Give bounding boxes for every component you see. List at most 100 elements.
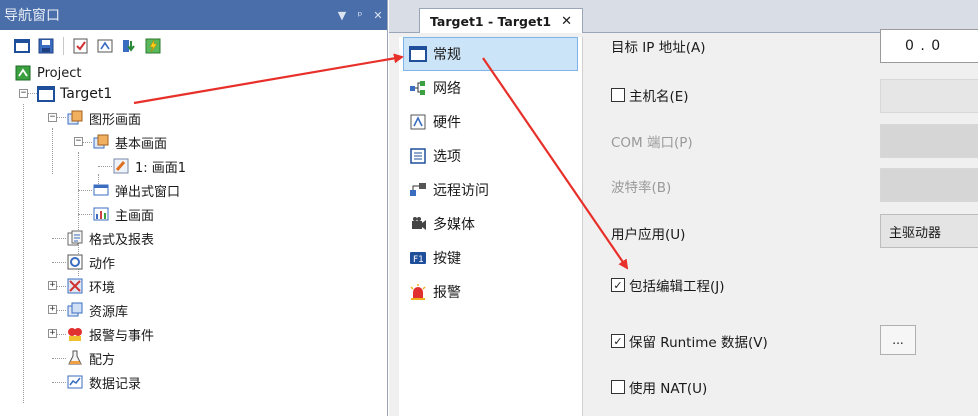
run-button[interactable] xyxy=(143,36,163,56)
target-ip-row: 目标 IP 地址(A) xyxy=(611,37,706,56)
tree-item-label: 图形画面 xyxy=(89,112,142,128)
tree-item-main-screen[interactable]: 主画面 xyxy=(92,203,154,225)
category-label: 报警 xyxy=(433,285,461,301)
tree-item-label: 资源库 xyxy=(89,304,129,320)
category-label: 常规 xyxy=(433,47,461,63)
navigation-pane: 导航窗口 ▼ ᵖ ✕ − − − + + + Project Target1 图… xyxy=(0,0,388,416)
lightning-icon xyxy=(145,38,161,54)
category-network[interactable]: 网络 xyxy=(399,71,582,105)
save-icon xyxy=(38,38,54,54)
category-multimedia[interactable]: 多媒体 xyxy=(399,207,582,241)
close-icon[interactable]: ✕ xyxy=(369,9,387,22)
popup-window-icon xyxy=(92,181,110,199)
tree-item-alarm-event[interactable]: 报警与事件 xyxy=(66,323,154,345)
browse-button[interactable]: ... xyxy=(880,325,916,355)
com-port-row: COM 端口(P) xyxy=(611,131,693,151)
general-icon xyxy=(409,45,427,63)
expand-resource-lib-toggle[interactable]: + xyxy=(48,305,57,314)
category-general[interactable]: 常规 xyxy=(403,37,578,71)
tree-item-target1[interactable]: Target1 xyxy=(37,83,112,105)
category-keys[interactable]: F1 按键 xyxy=(399,241,582,275)
category-label: 按键 xyxy=(433,251,461,267)
tree-item-resource-lib[interactable]: 资源库 xyxy=(66,299,128,321)
hardware-icon xyxy=(409,113,427,131)
screen-button[interactable] xyxy=(95,36,115,56)
remote-access-icon xyxy=(409,181,427,199)
com-port-label: COM 端口(P) xyxy=(611,135,693,151)
tree-item-environment[interactable]: 环境 xyxy=(66,275,115,297)
category-label: 选项 xyxy=(433,149,461,165)
screen-page-icon xyxy=(112,157,130,175)
pin-icon[interactable]: ᵖ xyxy=(351,9,369,22)
navigation-title-bar: 导航窗口 ▼ ᵖ ✕ xyxy=(0,0,387,30)
keep-runtime-label: 保留 Runtime 数据(V) xyxy=(629,335,768,351)
tree-item-action[interactable]: 动作 xyxy=(66,251,115,273)
svg-text:F1: F1 xyxy=(413,255,424,265)
tree-item-label: 环境 xyxy=(89,280,116,296)
expand-alarm-event-toggle[interactable]: + xyxy=(48,329,57,338)
tree-item-data-log[interactable]: 数据记录 xyxy=(66,371,141,393)
collapse-target1-toggle[interactable]: − xyxy=(19,89,28,98)
user-app-value: 主驱动器 xyxy=(889,225,942,241)
expand-environment-toggle[interactable]: + xyxy=(48,281,57,290)
graphics-icon xyxy=(66,109,84,127)
use-nat-label: 使用 NAT(U) xyxy=(629,381,708,397)
tree-item-basic-screens[interactable]: 基本画面 xyxy=(92,131,167,153)
recipe-flask-icon xyxy=(66,349,84,367)
dropdown-icon[interactable]: ▼ xyxy=(333,9,351,22)
use-nat-checkbox[interactable] xyxy=(611,380,625,394)
tree-item-popup-window[interactable]: 弹出式窗口 xyxy=(92,179,180,201)
tree-item-recipe[interactable]: 配方 xyxy=(66,347,115,369)
tree-item-label: Target1 xyxy=(60,86,113,102)
settings-category-list: 常规 网络 硬件 选项 远程访问 多媒体 F1 按键 报警 xyxy=(399,37,583,416)
document-tab-target1[interactable]: Target1 - Target1 ✕ xyxy=(419,8,584,33)
tree-item-label: Project xyxy=(37,65,82,81)
close-icon[interactable]: ✕ xyxy=(561,14,572,29)
user-app-select[interactable]: 主驱动器 xyxy=(880,214,978,248)
target-icon xyxy=(37,85,55,103)
category-remote-access[interactable]: 远程访问 xyxy=(399,173,582,207)
category-label: 远程访问 xyxy=(433,183,489,199)
tree-item-label: 动作 xyxy=(89,256,116,272)
category-hardware[interactable]: 硬件 xyxy=(399,105,582,139)
new-target-button[interactable] xyxy=(12,36,32,56)
graphics-icon xyxy=(92,133,110,151)
tree-item-graphics[interactable]: 图形画面 xyxy=(66,107,141,129)
include-project-label: 包括编辑工程(J) xyxy=(629,279,725,295)
tree-item-screen1[interactable]: 1: 画面1 xyxy=(112,155,186,177)
environment-icon xyxy=(66,277,84,295)
category-options[interactable]: 选项 xyxy=(399,139,582,173)
category-label: 硬件 xyxy=(433,115,461,131)
use-nat-row: 使用 NAT(U) xyxy=(611,377,707,397)
tree-item-label: 主画面 xyxy=(115,208,155,224)
project-tree: − − − + + + Project Target1 图形画面 基本画面 1:… xyxy=(0,62,387,416)
tree-item-label: 数据记录 xyxy=(89,376,142,392)
hostname-field[interactable] xyxy=(880,79,978,113)
hostname-checkbox[interactable] xyxy=(611,88,625,102)
target-icon xyxy=(14,39,30,53)
collapse-basic-screens-toggle[interactable]: − xyxy=(74,137,83,146)
save-button[interactable] xyxy=(36,36,56,56)
user-app-row: 用户应用(U) xyxy=(611,223,685,243)
target-ip-field[interactable]: 0 . 0 xyxy=(880,29,978,63)
target-ip-label: 目标 IP 地址(A) xyxy=(611,40,706,56)
properties-button[interactable] xyxy=(71,36,91,56)
category-alarm[interactable]: 报警 xyxy=(399,275,582,309)
alarm-event-icon xyxy=(66,325,84,343)
keep-runtime-checkbox[interactable]: ✓ xyxy=(611,334,625,348)
baud-rate-field[interactable] xyxy=(880,168,978,202)
tree-item-project[interactable]: Project xyxy=(14,62,81,84)
tree-item-label: 配方 xyxy=(89,352,116,368)
action-icon xyxy=(66,253,84,271)
tree-item-format-report[interactable]: 格式及报表 xyxy=(66,227,154,249)
download-button[interactable] xyxy=(119,36,139,56)
collapse-graphics-toggle[interactable]: − xyxy=(48,113,57,122)
include-project-checkbox[interactable]: ✓ xyxy=(611,278,625,292)
document-tab-label: Target1 - Target1 xyxy=(430,13,552,29)
baud-rate-row: 波特率(B) xyxy=(611,176,671,196)
com-port-field[interactable] xyxy=(880,124,978,158)
keys-icon: F1 xyxy=(409,249,427,267)
category-label: 网络 xyxy=(433,81,461,97)
alarm-icon xyxy=(409,283,427,301)
tree-item-label: 基本画面 xyxy=(115,136,168,152)
